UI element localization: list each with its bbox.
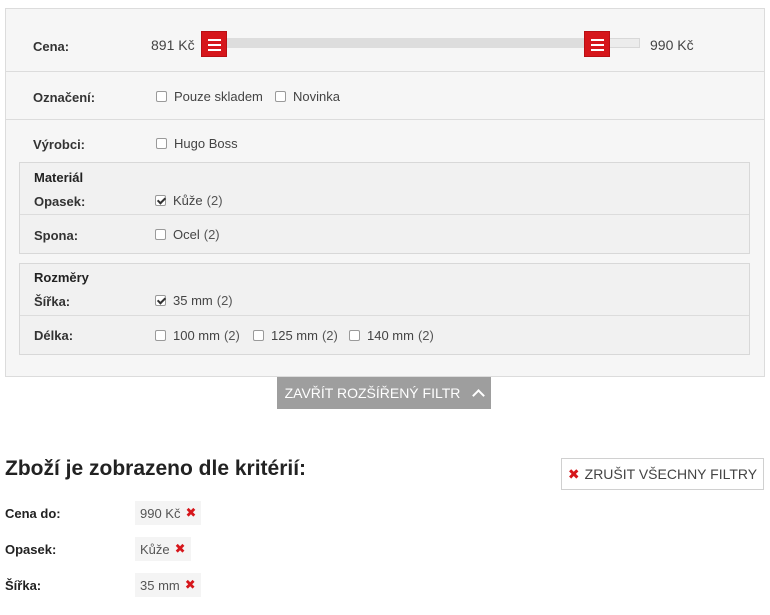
- checkbox-in-stock[interactable]: Pouze skladem: [156, 89, 263, 104]
- belt-label: Opasek:: [34, 194, 86, 209]
- price-slider-max-handle[interactable]: [584, 31, 610, 57]
- checkbox-label: 35 mm: [173, 293, 213, 308]
- checkbox-new[interactable]: Novinka: [275, 89, 340, 104]
- close-x-icon[interactable]: ✖: [175, 541, 186, 557]
- checkbox-box[interactable]: [253, 330, 264, 341]
- dimensions-group: Rozměry Šířka: 35 mm (2) Délka: 100 mm (…: [19, 263, 750, 355]
- checkbox-140mm[interactable]: 140 mm (2): [349, 328, 434, 343]
- price-slider-min-handle[interactable]: [201, 31, 227, 57]
- belt-row: Opasek: Kůže (2): [20, 163, 749, 215]
- buckle-label: Spona:: [34, 228, 79, 243]
- advanced-filter-panel: Cena: 891 Kč 990 Kč Označení: Pouze skla…: [5, 8, 765, 377]
- checkbox-125mm[interactable]: 125 mm (2): [253, 328, 338, 343]
- checkbox-label: 125 mm: [271, 328, 318, 343]
- close-x-icon[interactable]: ✖: [185, 577, 196, 593]
- criteria-chip-width[interactable]: 35 mm ✖: [135, 573, 201, 597]
- tags-label: Označení:: [33, 90, 96, 105]
- criteria-title: Zboží je zobrazeno dle kritérií:: [5, 457, 307, 480]
- close-x-icon[interactable]: ✖: [185, 505, 196, 521]
- price-label: Cena:: [33, 39, 70, 54]
- makers-label: Výrobci:: [33, 137, 86, 152]
- chevron-up-icon: [472, 389, 486, 402]
- criteria-chip-belt[interactable]: Kůže ✖: [135, 537, 191, 561]
- price-filter-row: Cena: 891 Kč 990 Kč: [6, 9, 764, 72]
- criteria-chip-price[interactable]: 990 Kč ✖: [135, 501, 202, 525]
- criteria-label-width: Šířka:: [5, 578, 42, 593]
- checkbox-leather[interactable]: Kůže (2): [155, 193, 223, 208]
- checkbox-label: Novinka: [293, 89, 340, 104]
- criteria-label-price: Cena do:: [5, 506, 61, 521]
- close-filter-label: ZAVŘÍT ROZŠÍŘENÝ FILTR: [284, 385, 461, 401]
- option-count: (2): [321, 328, 338, 343]
- price-max-value: 990 Kč: [650, 37, 694, 53]
- checkbox-steel[interactable]: Ocel (2): [155, 227, 220, 242]
- checkbox-box-checked[interactable]: [155, 195, 166, 206]
- checkbox-box[interactable]: [155, 229, 166, 240]
- cancel-all-label: ZRUŠIT VŠECHNY FILTRY: [584, 466, 758, 482]
- checkbox-box[interactable]: [156, 91, 167, 102]
- checkbox-box[interactable]: [156, 138, 167, 149]
- length-row: Délka: 100 mm (2) 125 mm (2) 140 mm (2): [20, 316, 749, 354]
- length-label: Délka:: [34, 328, 74, 343]
- checkbox-label: Kůže: [173, 193, 203, 208]
- cancel-all-filters-button[interactable]: ✖ ZRUŠIT VŠECHNY FILTRY: [561, 458, 764, 490]
- checkbox-label: 100 mm: [173, 328, 220, 343]
- criteria-value: 990 Kč: [140, 505, 181, 521]
- checkbox-box[interactable]: [275, 91, 286, 102]
- checkbox-box[interactable]: [349, 330, 360, 341]
- width-row: Šířka: 35 mm (2): [20, 264, 749, 316]
- criteria-value: Kůže: [140, 541, 170, 557]
- checkbox-box[interactable]: [155, 330, 166, 341]
- checkbox-35mm[interactable]: 35 mm (2): [155, 293, 233, 308]
- price-min-value: 891 Kč: [151, 37, 195, 53]
- criteria-label-belt: Opasek:: [5, 542, 57, 557]
- tags-filter-row: [6, 72, 764, 120]
- option-count: (2): [216, 293, 233, 308]
- checkbox-label: Pouze skladem: [174, 89, 263, 104]
- checkbox-label: Ocel: [173, 227, 200, 242]
- option-count: (2): [206, 193, 223, 208]
- option-count: (2): [203, 227, 220, 242]
- checkbox-label: Hugo Boss: [174, 136, 238, 151]
- checkbox-box-checked[interactable]: [155, 295, 166, 306]
- option-count: (2): [417, 328, 434, 343]
- checkbox-label: 140 mm: [367, 328, 414, 343]
- option-count: (2): [223, 328, 240, 343]
- close-advanced-filter-button[interactable]: ZAVŘÍT ROZŠÍŘENÝ FILTR: [277, 377, 491, 409]
- close-x-icon: ✖: [567, 465, 580, 482]
- buckle-row: Spona: Ocel (2): [20, 215, 749, 253]
- checkbox-hugo-boss[interactable]: Hugo Boss: [156, 136, 238, 151]
- price-slider-range: [226, 38, 596, 48]
- checkbox-100mm[interactable]: 100 mm (2): [155, 328, 240, 343]
- width-label: Šířka:: [34, 294, 71, 309]
- material-group: Materiál Opasek: Kůže (2) Spona: Ocel (2…: [19, 162, 750, 254]
- criteria-value: 35 mm: [140, 577, 180, 593]
